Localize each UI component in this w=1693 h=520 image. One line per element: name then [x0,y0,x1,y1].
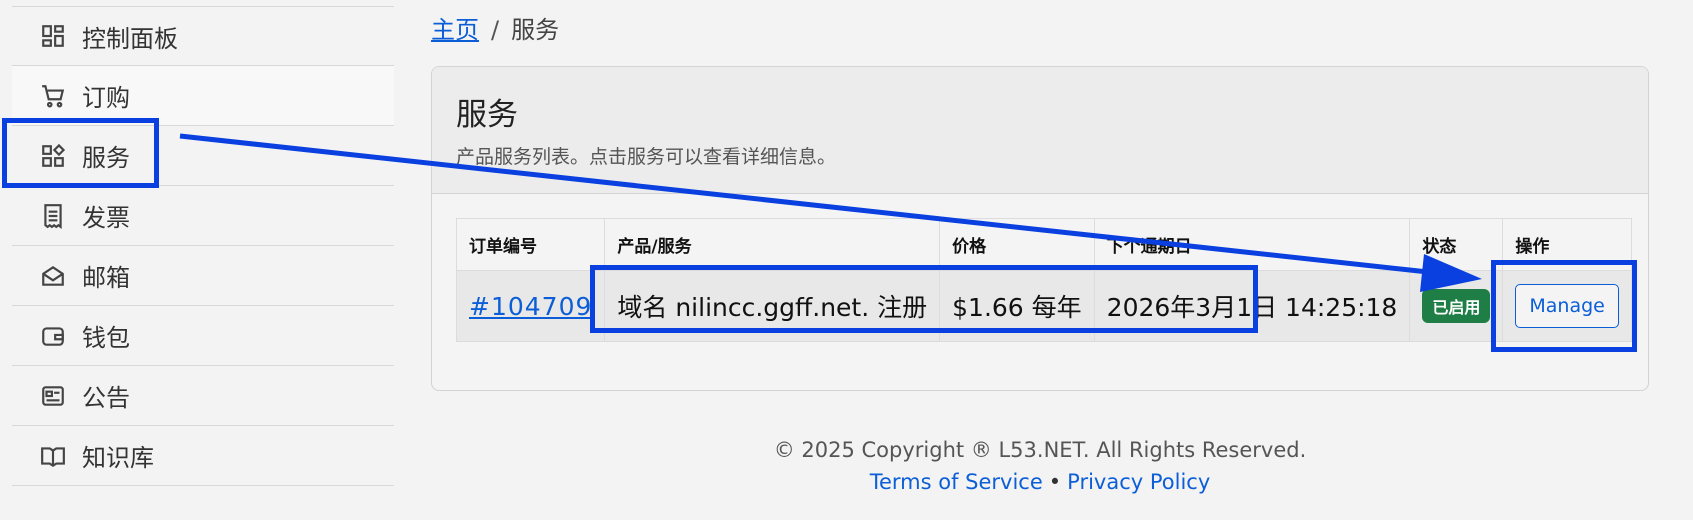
product-cell: 域名 nilincc.ggff.net. 注册 [604,270,941,342]
services-table: 订单编号 产品/服务 价格 下个通期日 状态 操作 #104709 域名 nil… [455,218,1632,342]
footer-links: Terms of Service • Privacy Policy [431,470,1649,494]
copyright-text: © 2025 Copyright ® L53.NET. All Rights R… [773,438,1307,462]
invoice-icon [40,203,66,229]
status-badge: 已启用 [1422,289,1491,323]
column-header-status[interactable]: 状态 [1409,218,1504,271]
news-icon [40,383,66,409]
sidebar-item-label: 钱包 [82,324,130,352]
breadcrumb-current: 服务 [511,16,560,44]
services-card: 服务 产品服务列表。点击服务可以查看详细信息。 订单编号 产品/服务 价格 下个… [431,66,1649,391]
privacy-link[interactable]: Privacy Policy [1067,470,1210,494]
cart-icon [40,83,66,109]
wallet-icon [40,323,66,349]
sidebar-item-wallet[interactable]: 钱包 [12,306,394,366]
manage-button[interactable]: Manage [1515,284,1619,328]
sidebar-item-label: 发票 [82,204,130,232]
card-header: 服务 产品服务列表。点击服务可以查看详细信息。 [432,67,1648,194]
status-cell: 已启用 [1409,270,1504,342]
terms-link[interactable]: Terms of Service [870,470,1043,494]
sidebar-item-order[interactable]: 订购 [12,66,394,126]
next-due-cell: 2026年3月1日 14:25:18 [1093,270,1411,342]
order-id-cell: #104709 [455,270,606,342]
breadcrumb-separator: / [491,16,500,44]
column-header-product[interactable]: 产品/服务 [604,218,941,271]
sidebar-item-label: 公告 [82,384,130,412]
services-icon [40,143,66,169]
table-row[interactable]: #104709 域名 nilincc.ggff.net. 注册 $1.66 每年… [455,270,1632,342]
dashboard-icon [40,23,66,49]
sidebar-item-label: 知识库 [82,444,154,472]
column-header-price[interactable]: 价格 [939,218,1095,271]
page-subtitle: 产品服务列表。点击服务可以查看详细信息。 [456,146,837,168]
footer: © 2025 Copyright ® L53.NET. All Rights R… [431,438,1649,494]
sidebar-item-announcements[interactable]: 公告 [12,366,394,426]
footer-bullet: • [1048,470,1062,494]
sidebar-item-mailbox[interactable]: 邮箱 [12,246,394,306]
price-cell: $1.66 每年 [939,270,1095,342]
sidebar-item-label: 控制面板 [82,24,178,53]
sidebar-item-label: 服务 [82,144,130,172]
mail-icon [40,263,66,289]
breadcrumb: 主页 / 服务 [431,10,559,45]
table-header-row: 订单编号 产品/服务 价格 下个通期日 状态 操作 [455,218,1632,271]
column-header-order-id[interactable]: 订单编号 [455,218,606,271]
sidebar-item-label: 订购 [82,84,130,112]
order-id-link[interactable]: #104709 [469,292,592,321]
column-header-actions: 操作 [1502,218,1632,271]
breadcrumb-home-link[interactable]: 主页 [431,16,479,44]
column-header-next-due[interactable]: 下个通期日 [1093,218,1411,271]
page-title: 服务 [456,97,518,133]
sidebar-item-dashboard[interactable]: 控制面板 [12,6,394,66]
sidebar-item-knowledgebase[interactable]: 知识库 [12,426,394,486]
book-icon [40,443,66,469]
action-cell: Manage [1502,270,1632,342]
sidebar: 控制面板 订购 服务 发票 邮箱 钱包 公告 知识库 [12,6,394,486]
sidebar-item-invoices[interactable]: 发票 [12,186,394,246]
sidebar-item-label: 邮箱 [82,264,130,292]
sidebar-item-services[interactable]: 服务 [12,126,394,186]
